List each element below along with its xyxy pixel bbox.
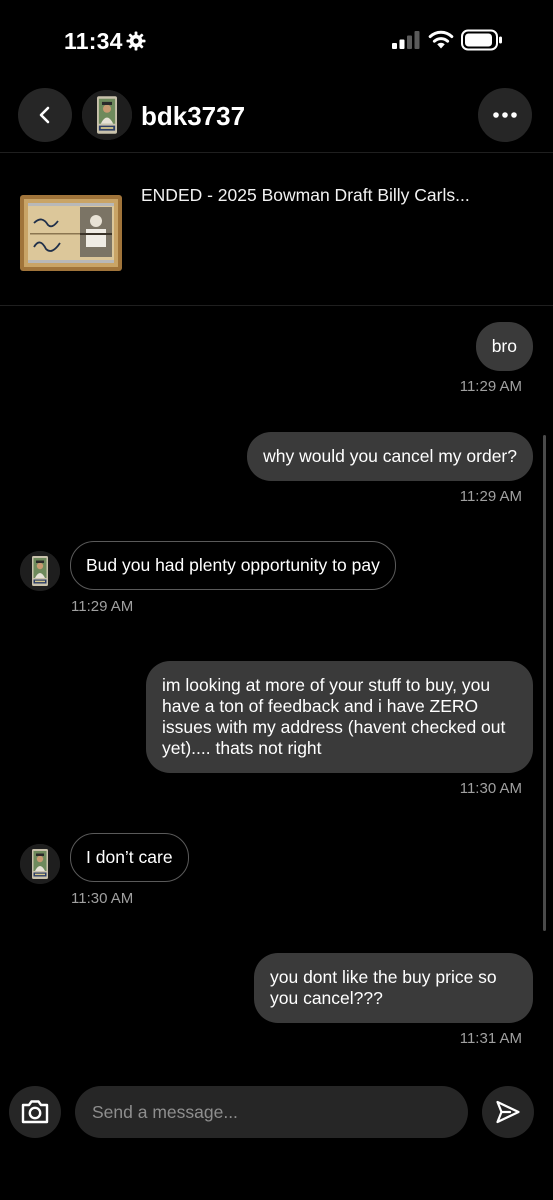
message-timestamp: 11:30 AM — [459, 780, 522, 797]
message-text: why would you cancel my order? — [263, 446, 517, 466]
outgoing-message[interactable]: you dont like the buy price so you cance… — [254, 953, 533, 1023]
message-text: Bud you had plenty opportunity to pay — [86, 555, 380, 575]
outgoing-message[interactable]: im looking at more of your stuff to buy,… — [146, 661, 533, 773]
scrollbar[interactable] — [543, 435, 546, 931]
camera-icon — [21, 1100, 49, 1124]
message-timestamp: 11:29 AM — [71, 598, 134, 615]
signal-icon — [392, 31, 420, 49]
avatar[interactable] — [20, 551, 60, 591]
username[interactable]: bdk3737 — [141, 101, 245, 132]
conversation-header: bdk3737 — [0, 86, 553, 146]
more-options-button[interactable] — [478, 88, 532, 142]
message-timestamp: 11:29 AM — [459, 378, 522, 395]
status-time: 11:34 — [64, 28, 123, 54]
message-text: bro — [491, 336, 517, 356]
message-text: you dont like the buy price so you cance… — [270, 967, 497, 1008]
message-timestamp: 11:31 AM — [459, 1030, 522, 1047]
battery-icon — [461, 29, 502, 51]
incoming-message[interactable]: I don’t care — [70, 833, 189, 882]
avatar[interactable] — [20, 844, 60, 884]
status-bar: 11:34 — [0, 0, 553, 80]
gear-icon — [126, 31, 146, 51]
listing-thumbnail[interactable] — [20, 195, 122, 271]
message-text: I don’t care — [86, 847, 173, 867]
outgoing-message[interactable]: why would you cancel my order? — [247, 432, 533, 481]
avatar[interactable] — [82, 90, 132, 140]
listing-preview[interactable]: ENDED - 2025 Bowman Draft Billy Carls... — [0, 166, 553, 286]
wifi-icon — [428, 30, 454, 49]
outgoing-message[interactable]: bro — [475, 322, 533, 371]
more-icon — [493, 112, 517, 118]
listing-divider — [0, 305, 553, 306]
back-button[interactable] — [18, 88, 72, 142]
header-divider — [0, 152, 553, 153]
message-input[interactable] — [75, 1086, 468, 1138]
camera-button[interactable] — [9, 1086, 61, 1138]
send-button[interactable] — [482, 1086, 534, 1138]
listing-title[interactable]: ENDED - 2025 Bowman Draft Billy Carls... — [141, 185, 470, 206]
incoming-message[interactable]: Bud you had plenty opportunity to pay — [70, 541, 396, 590]
message-timestamp: 11:30 AM — [71, 890, 134, 907]
message-timestamp: 11:29 AM — [459, 488, 522, 505]
chevron-left-icon — [39, 106, 50, 124]
message-text: im looking at more of your stuff to buy,… — [162, 675, 506, 758]
send-icon — [496, 1100, 520, 1124]
